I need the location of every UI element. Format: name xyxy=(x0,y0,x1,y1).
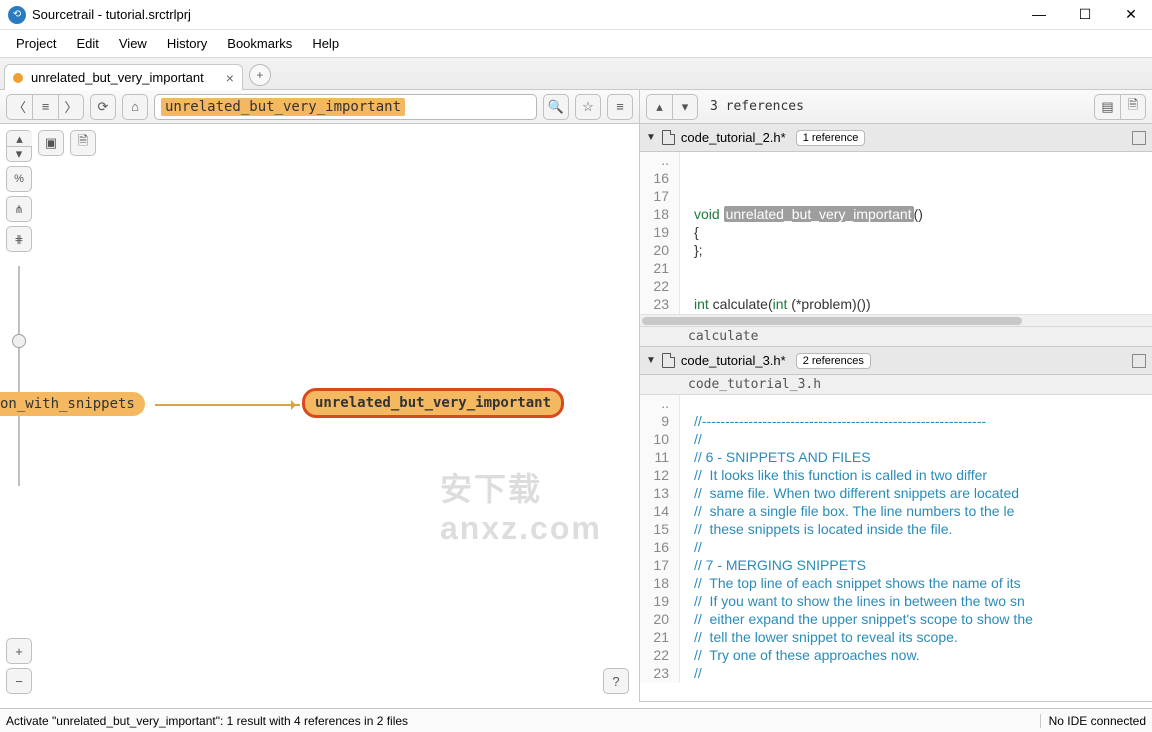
graph-node-source[interactable]: on_with_snippets xyxy=(0,392,145,416)
menu-help[interactable]: Help xyxy=(302,33,349,54)
app-icon: ⟲ xyxy=(8,6,26,24)
bookmark-button[interactable]: ☆ xyxy=(575,94,601,120)
nav-history-button[interactable]: ≡ xyxy=(32,94,58,120)
code-block-1[interactable]: ..161718void unrelated_but_very_importan… xyxy=(640,152,1152,314)
file-name-2: code_tutorial_3.h* xyxy=(681,353,786,368)
tab-label: unrelated_but_very_important xyxy=(31,70,204,85)
search-chip: unrelated_but_very_important xyxy=(161,98,405,116)
scope-bar-2-top[interactable]: code_tutorial_3.h xyxy=(640,375,1152,395)
depth-slider-thumb[interactable] xyxy=(12,334,26,348)
ref-next-button[interactable]: ▾ xyxy=(672,94,698,120)
scope-bar-1[interactable]: calculate xyxy=(640,326,1152,346)
nav-forward-button[interactable]: 〉 xyxy=(58,94,84,120)
graph-edge-arrow[interactable] xyxy=(155,404,300,406)
hscrollbar-1[interactable] xyxy=(640,314,1152,326)
window-title: Sourcetrail - tutorial.srctrlprj xyxy=(32,7,1026,22)
file-header-1[interactable]: ▼ code_tutorial_2.h* 1 reference xyxy=(640,124,1152,152)
ref-count-label: 3 references xyxy=(710,99,1088,114)
graph-copy-button[interactable]: 🗎 xyxy=(70,130,96,156)
home-button[interactable]: ⌂ xyxy=(122,94,148,120)
minimize-button[interactable]: — xyxy=(1026,6,1052,23)
maximize-button[interactable]: ☐ xyxy=(1072,6,1098,23)
code-toolbar: ▴ ▾ 3 references ▤ 🗎 xyxy=(640,90,1152,124)
file-ref-badge-1: 1 reference xyxy=(796,130,866,146)
file-section-1: ▼ code_tutorial_2.h* 1 reference ..16171… xyxy=(640,124,1152,347)
graph-area[interactable]: ▴ ▾ ▣ 🗎 % ⋔ ⋕ + − ? on_with_snippets unr… xyxy=(0,124,639,702)
add-tab-button[interactable]: + xyxy=(249,64,271,86)
zoom-in-button[interactable]: + xyxy=(6,638,32,664)
file-section-2: ▼ code_tutorial_3.h* 2 references code_t… xyxy=(640,347,1152,702)
status-right: No IDE connected xyxy=(1040,714,1146,728)
help-button[interactable]: ? xyxy=(603,668,629,694)
watermark: 安下载 anxz.com xyxy=(440,464,639,547)
left-toolbar: 〈 ≡ 〉 ⟳ ⌂ unrelated_but_very_important 🔍… xyxy=(0,90,639,124)
titlebar: ⟲ Sourcetrail - tutorial.srctrlprj — ☐ ✕ xyxy=(0,0,1152,30)
file-header-2[interactable]: ▼ code_tutorial_3.h* 2 references xyxy=(640,347,1152,375)
ref-prev-button[interactable]: ▴ xyxy=(646,94,672,120)
maximize-file-icon[interactable] xyxy=(1132,354,1146,368)
bookmark-list-button[interactable]: ≡ xyxy=(607,94,633,120)
tabbar: unrelated_but_very_important × + xyxy=(0,58,1152,90)
view-mode-file[interactable]: 🗎 xyxy=(1120,94,1146,120)
file-name-1: code_tutorial_2.h* xyxy=(681,130,786,145)
graph-save-button[interactable]: ▣ xyxy=(38,130,64,156)
view-mode-snippet[interactable]: ▤ xyxy=(1094,94,1120,120)
menu-edit[interactable]: Edit xyxy=(66,33,108,54)
tab-close-icon[interactable]: × xyxy=(226,70,234,86)
file-ref-badge-2: 2 references xyxy=(796,353,871,369)
zoom-out-button[interactable]: − xyxy=(6,668,32,694)
file-icon xyxy=(662,353,675,368)
collapse-icon[interactable]: ▼ xyxy=(646,132,656,143)
graph-node-target[interactable]: unrelated_but_very_important xyxy=(302,388,564,418)
status-left: Activate "unrelated_but_very_important":… xyxy=(6,714,408,728)
nav-back-button[interactable]: 〈 xyxy=(6,94,32,120)
menu-project[interactable]: Project xyxy=(6,33,66,54)
graph-tool-1[interactable]: % xyxy=(6,166,32,192)
file-icon xyxy=(662,130,675,145)
menu-bookmarks[interactable]: Bookmarks xyxy=(217,33,302,54)
collapse-icon[interactable]: ▼ xyxy=(646,355,656,366)
maximize-file-icon[interactable] xyxy=(1132,131,1146,145)
close-button[interactable]: ✕ xyxy=(1118,6,1144,23)
code-block-2[interactable]: ..9//-----------------------------------… xyxy=(640,395,1152,683)
search-input[interactable]: unrelated_but_very_important xyxy=(154,94,537,120)
search-button[interactable]: 🔍 xyxy=(543,94,569,120)
menu-history[interactable]: History xyxy=(157,33,217,54)
graph-up-button[interactable]: ▴ xyxy=(6,130,32,146)
graph-tool-3[interactable]: ⋕ xyxy=(6,226,32,252)
tab-active[interactable]: unrelated_but_very_important × xyxy=(4,64,243,90)
depth-slider-track xyxy=(18,266,20,486)
graph-down-button[interactable]: ▾ xyxy=(6,146,32,162)
tab-dot-icon xyxy=(13,73,23,83)
refresh-button[interactable]: ⟳ xyxy=(90,94,116,120)
menubar: Project Edit View History Bookmarks Help xyxy=(0,30,1152,58)
graph-tool-2[interactable]: ⋔ xyxy=(6,196,32,222)
menu-view[interactable]: View xyxy=(109,33,157,54)
statusbar: Activate "unrelated_but_very_important":… xyxy=(0,708,1152,732)
